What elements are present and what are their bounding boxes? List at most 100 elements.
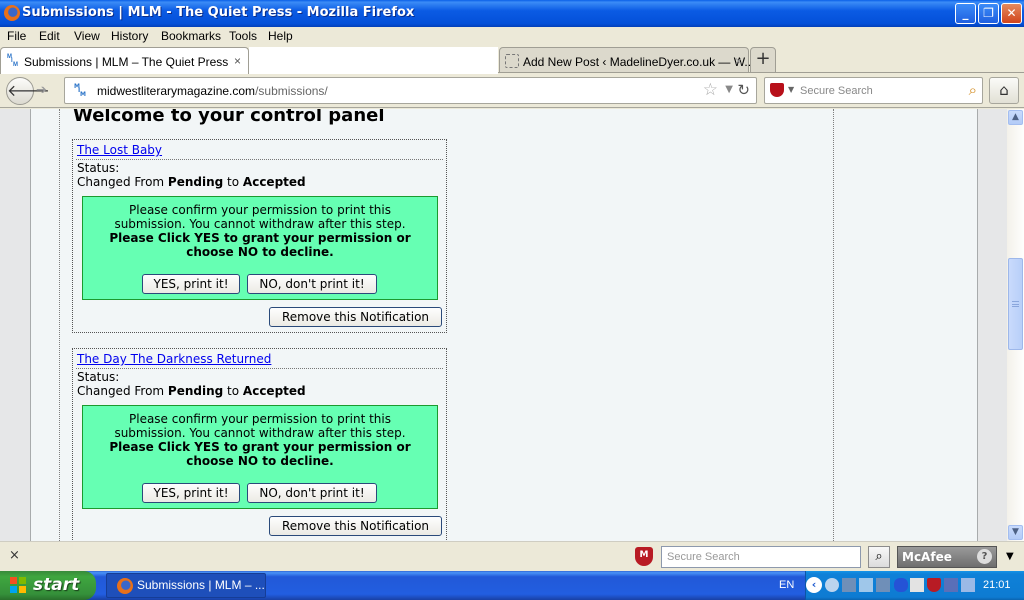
search-icon[interactable]: ⌕ bbox=[969, 81, 977, 99]
column-divider bbox=[833, 109, 834, 541]
url-bar[interactable]: MIM midwestliterarymagazine.com/submissi… bbox=[64, 77, 757, 104]
url-host: midwestliterarymagazine.com bbox=[97, 84, 256, 98]
language-indicator[interactable]: EN bbox=[779, 579, 794, 591]
network-disconnected-icon[interactable] bbox=[842, 578, 856, 592]
firefox-icon bbox=[117, 578, 133, 594]
tab-label: Submissions | MLM – The Quiet Press bbox=[24, 55, 229, 69]
menu-edit[interactable]: Edit bbox=[39, 29, 60, 43]
confirm-instruction: Please Click YES to grant your permissio… bbox=[83, 440, 437, 468]
search-placeholder: Secure Search bbox=[667, 551, 740, 563]
engine-dropdown-icon[interactable]: ▼ bbox=[788, 85, 794, 94]
tray-app-icon[interactable] bbox=[944, 578, 958, 592]
taskbar-firefox-window[interactable]: Submissions | MLM – ... bbox=[106, 573, 266, 598]
navigation-bar: 🡐 ➔ MIM midwestliterarymagazine.com/subm… bbox=[0, 74, 1024, 108]
url-text[interactable]: midwestliterarymagazine.com/submissions/ bbox=[97, 84, 328, 98]
new-tab-button[interactable]: + bbox=[750, 47, 776, 73]
sync-icon[interactable] bbox=[825, 578, 839, 592]
windows-taskbar: start Submissions | MLM – ... EN ‹ 21:01 bbox=[0, 571, 1024, 600]
menu-view[interactable]: View bbox=[74, 29, 100, 43]
mcafee-search-input[interactable]: Secure Search bbox=[661, 546, 861, 568]
grip-icon bbox=[1012, 301, 1019, 307]
notification-card: The Day The Darkness Returned Status: Ch… bbox=[72, 348, 447, 541]
change-prefix: Changed From bbox=[77, 175, 168, 189]
confirm-message: Please confirm your permission to print … bbox=[83, 203, 437, 231]
divider bbox=[76, 159, 443, 160]
tab-add-new-post[interactable]: Add New Post ‹ MadelineDyer.co.uk — W...… bbox=[499, 47, 754, 73]
mcafee-search-button[interactable]: ⌕ bbox=[868, 546, 890, 568]
change-mid: to bbox=[223, 384, 243, 398]
tab-close-icon[interactable]: × bbox=[735, 54, 742, 68]
blank-page-icon bbox=[505, 54, 519, 68]
from-status: Pending bbox=[167, 384, 224, 398]
mcafee-brand-button[interactable]: McAfee ? bbox=[897, 546, 997, 568]
confirm-instruction-line: Please Click YES to grant your permissio… bbox=[109, 440, 411, 454]
mcafee-tray-icon[interactable] bbox=[927, 578, 941, 592]
close-button[interactable]: ✕ bbox=[1001, 3, 1022, 24]
safely-remove-hardware-icon[interactable] bbox=[910, 578, 924, 592]
windows-logo-icon bbox=[10, 577, 27, 594]
scroll-down-button[interactable]: ▼ bbox=[1008, 525, 1023, 540]
scroll-up-button[interactable]: ▲ bbox=[1008, 110, 1023, 125]
submission-title-link[interactable]: The Lost Baby bbox=[77, 143, 162, 157]
confirm-permission-box: Please confirm your permission to print … bbox=[82, 196, 438, 300]
confirm-instruction-line: choose NO to decline. bbox=[186, 454, 334, 468]
forward-button[interactable]: ➔ bbox=[36, 83, 47, 98]
addon-menu-dropdown-icon[interactable]: ▼ bbox=[1006, 551, 1014, 562]
menu-help[interactable]: Help bbox=[268, 29, 293, 43]
menu-history[interactable]: History bbox=[111, 29, 148, 43]
tray-app-icon[interactable] bbox=[961, 578, 975, 592]
window-title: Submissions | MLM - The Quiet Press - Mo… bbox=[22, 5, 415, 20]
to-status: Accepted bbox=[242, 384, 306, 398]
column-divider bbox=[59, 109, 60, 541]
start-button[interactable]: start bbox=[0, 571, 96, 600]
network-disconnected-icon[interactable] bbox=[876, 578, 890, 592]
confirm-message-line: Please confirm your permission to print … bbox=[129, 203, 391, 217]
confirm-instruction-line: Please Click YES to grant your permissio… bbox=[109, 231, 411, 245]
confirm-permission-box: Please confirm your permission to print … bbox=[82, 405, 438, 509]
firefox-icon bbox=[4, 5, 20, 21]
url-dropdown-icon[interactable]: ▼ bbox=[725, 84, 733, 95]
yes-print-button[interactable]: YES, print it! bbox=[142, 274, 240, 294]
tab-close-icon[interactable]: × bbox=[234, 54, 241, 68]
search-input[interactable]: Secure Search bbox=[800, 85, 873, 97]
menu-tools[interactable]: Tools bbox=[229, 29, 257, 43]
yes-print-button[interactable]: YES, print it! bbox=[142, 483, 240, 503]
clock[interactable]: 21:01 bbox=[983, 579, 1011, 591]
no-print-button[interactable]: NO, don't print it! bbox=[247, 483, 377, 503]
remove-notification-button[interactable]: Remove this Notification bbox=[269, 307, 442, 327]
minimize-button[interactable]: _ bbox=[955, 3, 976, 24]
mcafee-shield-icon[interactable]: M bbox=[635, 547, 653, 566]
home-button[interactable]: ⌂ bbox=[989, 77, 1019, 104]
no-print-button[interactable]: NO, don't print it! bbox=[247, 274, 377, 294]
help-icon[interactable]: ? bbox=[977, 549, 992, 564]
scroll-thumb[interactable] bbox=[1008, 258, 1023, 350]
status-label: Status: bbox=[77, 161, 120, 175]
search-bar[interactable]: ▼ Secure Search ⌕ bbox=[764, 77, 983, 104]
mcafee-search-engine-icon[interactable] bbox=[770, 83, 784, 97]
reload-icon[interactable]: ↻ bbox=[737, 81, 750, 99]
menu-file[interactable]: File bbox=[7, 29, 26, 43]
addon-bar: × M Secure Search ⌕ McAfee ? ▼ bbox=[0, 541, 1024, 571]
bluetooth-icon[interactable] bbox=[894, 578, 908, 592]
page-viewport: Welcome to your control panel The Lost B… bbox=[0, 109, 1007, 541]
wireless-network-icon[interactable] bbox=[859, 578, 873, 592]
bookmark-star-icon[interactable]: ☆ bbox=[703, 80, 718, 100]
confirm-message-line: submission. You cannot withdraw after th… bbox=[114, 217, 406, 231]
submission-title-link[interactable]: The Day The Darkness Returned bbox=[77, 352, 271, 366]
status-change-text: Changed From Pending to Accepted bbox=[77, 384, 306, 398]
mcafee-logo: McAfee bbox=[902, 550, 952, 564]
tab-submissions[interactable]: MIM Submissions | MLM – The Quiet Press … bbox=[0, 47, 249, 74]
change-prefix: Changed From bbox=[77, 384, 168, 398]
restore-button[interactable]: ❐ bbox=[978, 3, 999, 24]
confirm-instruction-line: choose NO to decline. bbox=[186, 245, 334, 259]
status-change-text: Changed From Pending to Accepted bbox=[77, 175, 306, 189]
close-addon-bar-icon[interactable]: × bbox=[9, 548, 20, 563]
remove-notification-button[interactable]: Remove this Notification bbox=[269, 516, 442, 536]
show-hidden-icons-button[interactable]: ‹ bbox=[806, 577, 822, 593]
confirm-message-line: submission. You cannot withdraw after th… bbox=[114, 426, 406, 440]
back-button[interactable]: 🡐 bbox=[6, 77, 50, 105]
vertical-scrollbar[interactable]: ▲ ▼ bbox=[1007, 109, 1024, 541]
confirm-message: Please confirm your permission to print … bbox=[83, 412, 437, 440]
menu-bookmarks[interactable]: Bookmarks bbox=[161, 29, 221, 43]
site-identity-icon[interactable]: MIM bbox=[73, 84, 87, 98]
